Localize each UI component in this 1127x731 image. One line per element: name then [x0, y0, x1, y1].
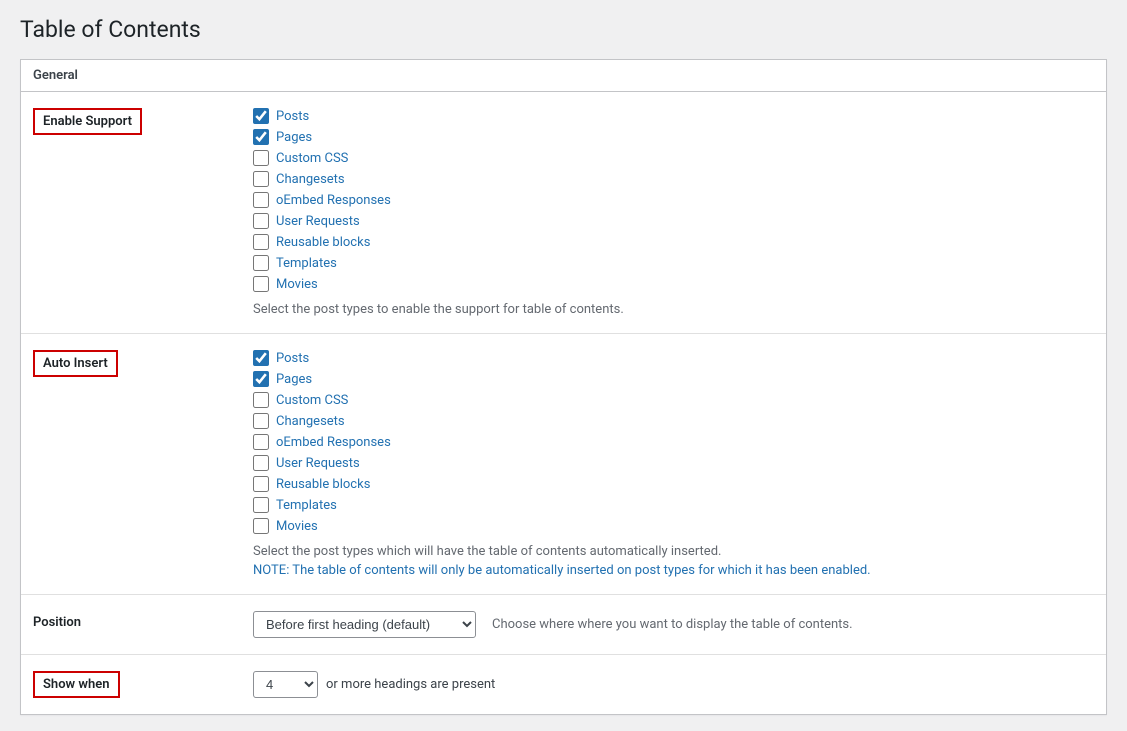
- enable-support-checkbox-list: Posts Pages Custom CSS Changesets oEmbed Res…: [253, 108, 1094, 292]
- ai_oembed-label: oEmbed Responses: [276, 435, 391, 450]
- list-item: Changesets: [253, 171, 1094, 187]
- es_custom_css-checkbox[interactable]: [253, 150, 269, 166]
- es_movies-label: Movies: [276, 277, 318, 292]
- list-item: Pages: [253, 129, 1094, 145]
- auto-insert-value-cell: Posts Pages Custom CSS Changesets oEmbed Res…: [241, 334, 1106, 595]
- ai_movies-label: Movies: [276, 519, 318, 534]
- settings-table: Enable Support Posts Pages Custom CSS Chang…: [21, 92, 1106, 714]
- position-control-row: Before first heading (default)After firs…: [253, 611, 1094, 638]
- enable-support-row: Enable Support Posts Pages Custom CSS Chang…: [21, 92, 1106, 334]
- list-item: Posts: [253, 108, 1094, 124]
- es_changesets-checkbox[interactable]: [253, 171, 269, 187]
- list-item: Movies: [253, 276, 1094, 292]
- es_oembed-label: oEmbed Responses: [276, 193, 391, 208]
- show-when-value-cell: 12345678910 or more headings are present: [241, 655, 1106, 715]
- es_posts-checkbox[interactable]: [253, 108, 269, 124]
- position-help: Choose where where you want to display t…: [492, 617, 853, 632]
- show-when-row: Show when 12345678910 or more headings a…: [21, 655, 1106, 715]
- auto-insert-label: Auto Insert: [33, 350, 118, 377]
- ai_templates-label: Templates: [276, 498, 337, 513]
- settings-card: General Enable Support Posts Pages Custom …: [20, 59, 1107, 715]
- es_reusable_blocks-checkbox[interactable]: [253, 234, 269, 250]
- es_templates-checkbox[interactable]: [253, 255, 269, 271]
- show-when-suffix: or more headings are present: [326, 677, 495, 692]
- es_changesets-label: Changesets: [276, 172, 345, 187]
- ai_pages-label: Pages: [276, 372, 312, 387]
- ai_user_requests-checkbox[interactable]: [253, 455, 269, 471]
- ai_templates-checkbox[interactable]: [253, 497, 269, 513]
- enable-support-help: Select the post types to enable the supp…: [253, 302, 1094, 317]
- list-item: oEmbed Responses: [253, 434, 1094, 450]
- es_custom_css-label: Custom CSS: [276, 151, 348, 166]
- es_oembed-checkbox[interactable]: [253, 192, 269, 208]
- es_reusable_blocks-label: Reusable blocks: [276, 235, 370, 250]
- list-item: oEmbed Responses: [253, 192, 1094, 208]
- ai_custom_css-checkbox[interactable]: [253, 392, 269, 408]
- list-item: User Requests: [253, 455, 1094, 471]
- list-item: Movies: [253, 518, 1094, 534]
- ai_changesets-checkbox[interactable]: [253, 413, 269, 429]
- list-item: Reusable blocks: [253, 234, 1094, 250]
- ai_oembed-checkbox[interactable]: [253, 434, 269, 450]
- page-title: Table of Contents: [20, 16, 1107, 43]
- position-label: Position: [33, 611, 81, 630]
- auto-insert-row: Auto Insert Posts Pages Custom CSS Changese…: [21, 334, 1106, 595]
- list-item: Templates: [253, 497, 1094, 513]
- ai_reusable_blocks-checkbox[interactable]: [253, 476, 269, 492]
- ai_movies-checkbox[interactable]: [253, 518, 269, 534]
- es_movies-checkbox[interactable]: [253, 276, 269, 292]
- auto-insert-label-cell: Auto Insert: [21, 334, 241, 595]
- list-item: Templates: [253, 255, 1094, 271]
- position-select[interactable]: Before first heading (default)After firs…: [253, 611, 476, 638]
- es_posts-label: Posts: [276, 109, 309, 124]
- ai_custom_css-label: Custom CSS: [276, 393, 348, 408]
- position-label-cell: Position: [21, 595, 241, 655]
- list-item: Custom CSS: [253, 150, 1094, 166]
- position-value-cell: Before first heading (default)After firs…: [241, 595, 1106, 655]
- page-wrap: Table of Contents General Enable Support…: [0, 0, 1127, 731]
- es_templates-label: Templates: [276, 256, 337, 271]
- es_pages-label: Pages: [276, 130, 312, 145]
- show-when-label-cell: Show when: [21, 655, 241, 715]
- list-item: Custom CSS: [253, 392, 1094, 408]
- ai_posts-checkbox[interactable]: [253, 350, 269, 366]
- list-item: Reusable blocks: [253, 476, 1094, 492]
- enable-support-label-cell: Enable Support: [21, 92, 241, 334]
- list-item: Pages: [253, 371, 1094, 387]
- es_pages-checkbox[interactable]: [253, 129, 269, 145]
- enable-support-value-cell: Posts Pages Custom CSS Changesets oEmbed Res…: [241, 92, 1106, 334]
- ai_reusable_blocks-label: Reusable blocks: [276, 477, 370, 492]
- section-header: General: [21, 60, 1106, 92]
- enable-support-label: Enable Support: [33, 108, 142, 135]
- ai_changesets-label: Changesets: [276, 414, 345, 429]
- auto-insert-checkbox-list: Posts Pages Custom CSS Changesets oEmbed Res…: [253, 350, 1094, 534]
- show-when-label: Show when: [33, 671, 120, 698]
- auto-insert-note: NOTE: The table of contents will only be…: [253, 563, 1094, 578]
- ai_user_requests-label: User Requests: [276, 456, 360, 471]
- list-item: Posts: [253, 350, 1094, 366]
- position-row: Position Before first heading (default)A…: [21, 595, 1106, 655]
- es_user_requests-label: User Requests: [276, 214, 360, 229]
- ai_posts-label: Posts: [276, 351, 309, 366]
- auto-insert-help: Select the post types which will have th…: [253, 544, 1094, 559]
- ai_pages-checkbox[interactable]: [253, 371, 269, 387]
- show-when-control-row: 12345678910 or more headings are present: [253, 671, 1094, 698]
- list-item: Changesets: [253, 413, 1094, 429]
- list-item: User Requests: [253, 213, 1094, 229]
- es_user_requests-checkbox[interactable]: [253, 213, 269, 229]
- show-when-number-select[interactable]: 12345678910: [253, 671, 318, 698]
